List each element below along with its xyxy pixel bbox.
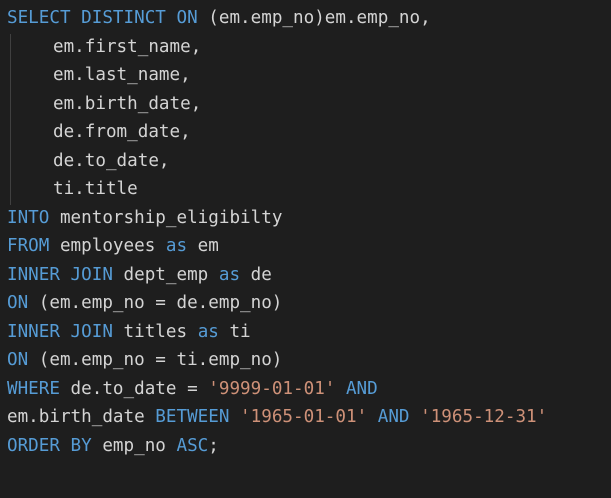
keyword-token: as [218,264,241,285]
code-token: titles [112,321,198,342]
code-token: ti.title [53,179,138,199]
code-line-12: INNER JOIN titles as ti [7,318,547,347]
code-line-5: de.from_date, [7,118,547,147]
code-line-7: ti.title [7,175,547,204]
keyword-token: ON [7,293,29,313]
keyword-token: INNER JOIN [7,264,113,285]
keyword-token: as [197,321,219,342]
keyword-token: INNER JOIN [7,321,113,342]
string-token: '9999-01-01' [208,378,336,399]
code-line-1: SELECT DISTINCT ON (em.emp_no)em.emp_no, [7,4,547,33]
keyword-token: SELECT DISTINCT ON [7,8,198,28]
code-token: (em.emp_no)em.emp_no, [197,8,431,28]
code-token: de.to_date = [59,378,209,399]
code-token: em.birth_date, [53,93,202,114]
code-line-14: WHERE de.to_date = '9999-01-01' AND [7,375,547,404]
code-token: em.last_name, [53,65,191,85]
code-line-16: ORDER BY emp_no ASC; [7,432,547,461]
code-line-3: em.last_name, [7,61,547,90]
code-line-2: em.first_name, [7,33,547,62]
code-token: (em.emp_no = ti.emp_no) [28,350,283,370]
keyword-token: WHERE [7,378,60,399]
keyword-token: AND [345,378,378,399]
code-token: dept_emp [112,264,219,285]
keyword-token: BETWEEN [155,407,230,427]
string-token: '1965-01-01' [240,407,368,427]
code-line-6: de.to_date, [7,147,547,176]
code-line-10: INNER JOIN dept_emp as de [7,261,547,290]
code-line-8: INTO mentorship_eligibilty [7,204,547,233]
keyword-token: as [165,236,188,256]
code-token: ti [218,321,251,342]
code-line-4: em.birth_date, [7,90,547,119]
keyword-token: INTO [7,207,50,228]
code-token: emp_no [91,435,177,456]
code-token: mentorship_eligibilty [49,207,283,228]
code-line-9: FROM employees as em [7,232,547,261]
keyword-token: AND [377,407,410,427]
code-token: em.birth_date [7,407,156,427]
keyword-token: FROM [7,236,50,256]
code-token: ; [208,435,219,456]
code-lines: SELECT DISTINCT ON (em.emp_no)em.emp_no,… [7,4,547,460]
keyword-token: ON [7,350,29,370]
code-line-11: ON (em.emp_no = de.emp_no) [7,289,547,318]
code-token: de.from_date, [53,122,191,142]
code-line-15: em.birth_date BETWEEN '1965-01-01' AND '… [7,403,547,432]
code-token: employees [49,236,166,256]
keyword-token: ASC [176,435,209,456]
code-token: (em.emp_no = de.emp_no) [28,293,283,313]
code-token: em [187,236,219,256]
string-token: '1965-12-31' [420,407,548,427]
code-token: de [240,264,272,285]
code-token: de.to_date, [53,150,170,171]
code-token: em.first_name, [53,36,202,57]
keyword-token: ORDER BY [7,435,92,456]
code-line-13: ON (em.emp_no = ti.emp_no) [7,346,547,375]
code-editor[interactable]: SELECT DISTINCT ON (em.emp_no)em.emp_no,… [0,0,611,498]
